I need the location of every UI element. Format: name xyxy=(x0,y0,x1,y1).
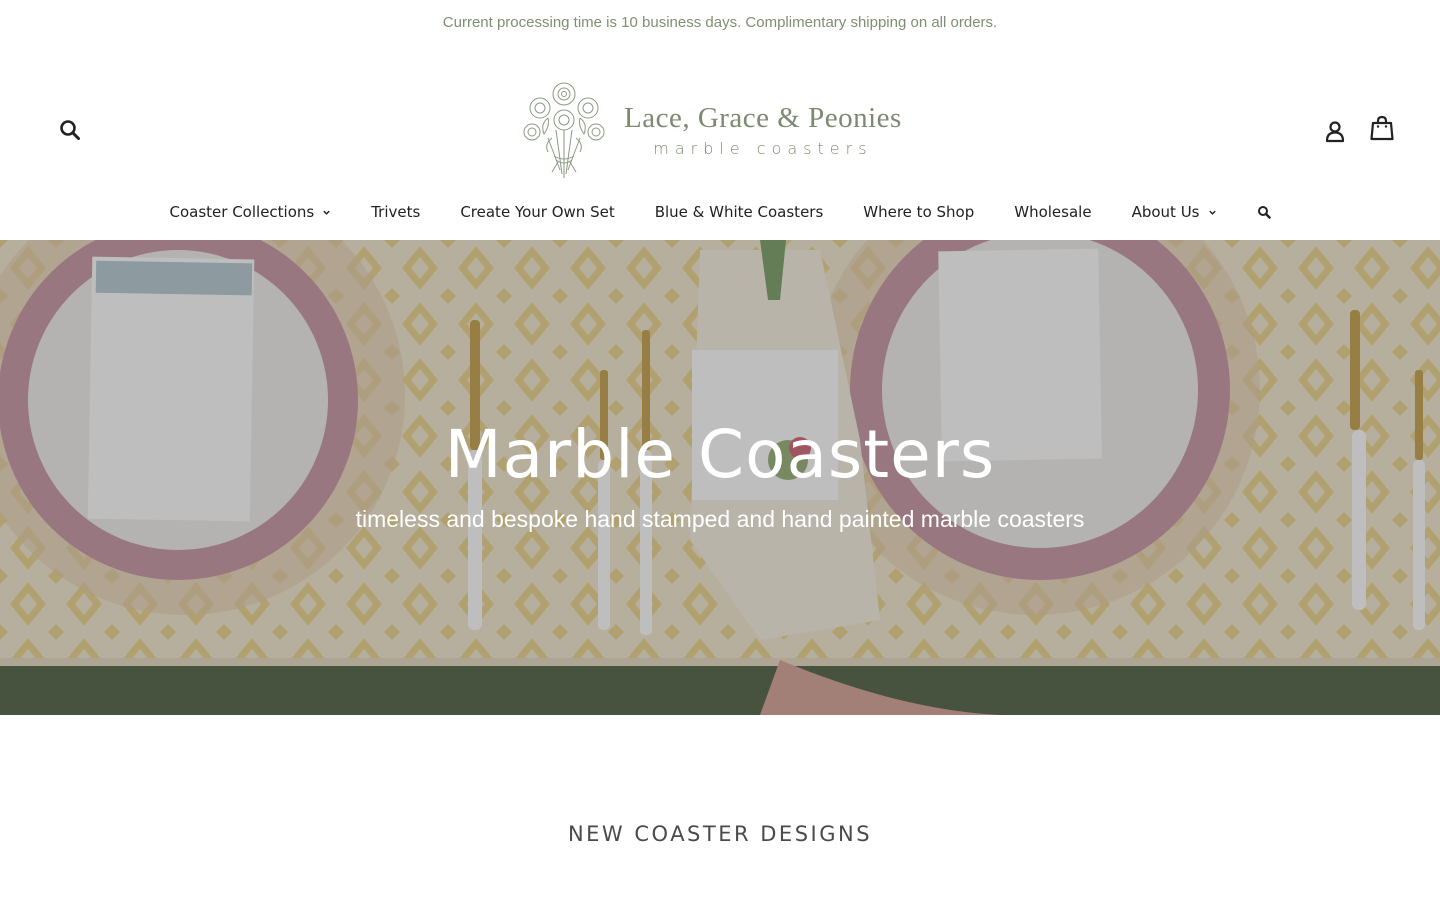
nav-item-label: Coaster Collections xyxy=(169,203,315,221)
announcement-bar: Current processing time is 10 business d… xyxy=(0,0,1440,44)
search-icon[interactable] xyxy=(58,118,82,142)
peony-bouquet-icon xyxy=(523,82,605,178)
main-navigation: Coaster Collections Trivets Create Your … xyxy=(0,194,1440,230)
nav-item-where-to-shop[interactable]: Where to Shop xyxy=(843,194,994,230)
nav-item-trivets[interactable]: Trivets xyxy=(351,194,440,230)
nav-item-create-your-own-set[interactable]: Create Your Own Set xyxy=(440,194,634,230)
brand-tagline: marble coasters xyxy=(653,139,873,158)
nav-item-label: Where to Shop xyxy=(863,203,975,221)
brand-logo[interactable]: Lace, Grace & Peonies marble coasters xyxy=(518,78,922,182)
nav-item-label: Blue & White Coasters xyxy=(654,203,824,221)
nav-item-about-us[interactable]: About Us xyxy=(1112,194,1237,230)
nav-item-blue-white-coasters[interactable]: Blue & White Coasters xyxy=(635,194,844,230)
hero-banner: Marble Coasters timeless and bespoke han… xyxy=(0,240,1440,715)
user-icon[interactable] xyxy=(1324,119,1346,143)
nav-item-label: Create Your Own Set xyxy=(460,203,615,221)
announcement-text: Current processing time is 10 business d… xyxy=(442,13,998,31)
chevron-down-icon xyxy=(1208,210,1216,215)
section-heading-new-designs: NEW COASTER DESIGNS xyxy=(567,822,873,846)
nav-item-coaster-collections[interactable]: Coaster Collections xyxy=(150,194,352,230)
nav-item-label: Wholesale xyxy=(1014,203,1092,221)
chevron-down-icon xyxy=(323,210,330,215)
shopping-bag-icon[interactable] xyxy=(1370,115,1394,141)
nav-search-icon[interactable] xyxy=(1237,205,1291,219)
hero-title: Marble Coasters xyxy=(444,416,996,493)
nav-item-label: Trivets xyxy=(371,203,421,221)
site-header: Lace, Grace & Peonies marble coasters xyxy=(0,44,1440,194)
brand-name: Lace, Grace & Peonies xyxy=(624,102,902,134)
hero-subtitle: timeless and bespoke hand stamped and ha… xyxy=(355,506,1085,532)
nav-item-wholesale[interactable]: Wholesale xyxy=(994,194,1111,230)
nav-item-label: About Us xyxy=(1131,203,1200,221)
